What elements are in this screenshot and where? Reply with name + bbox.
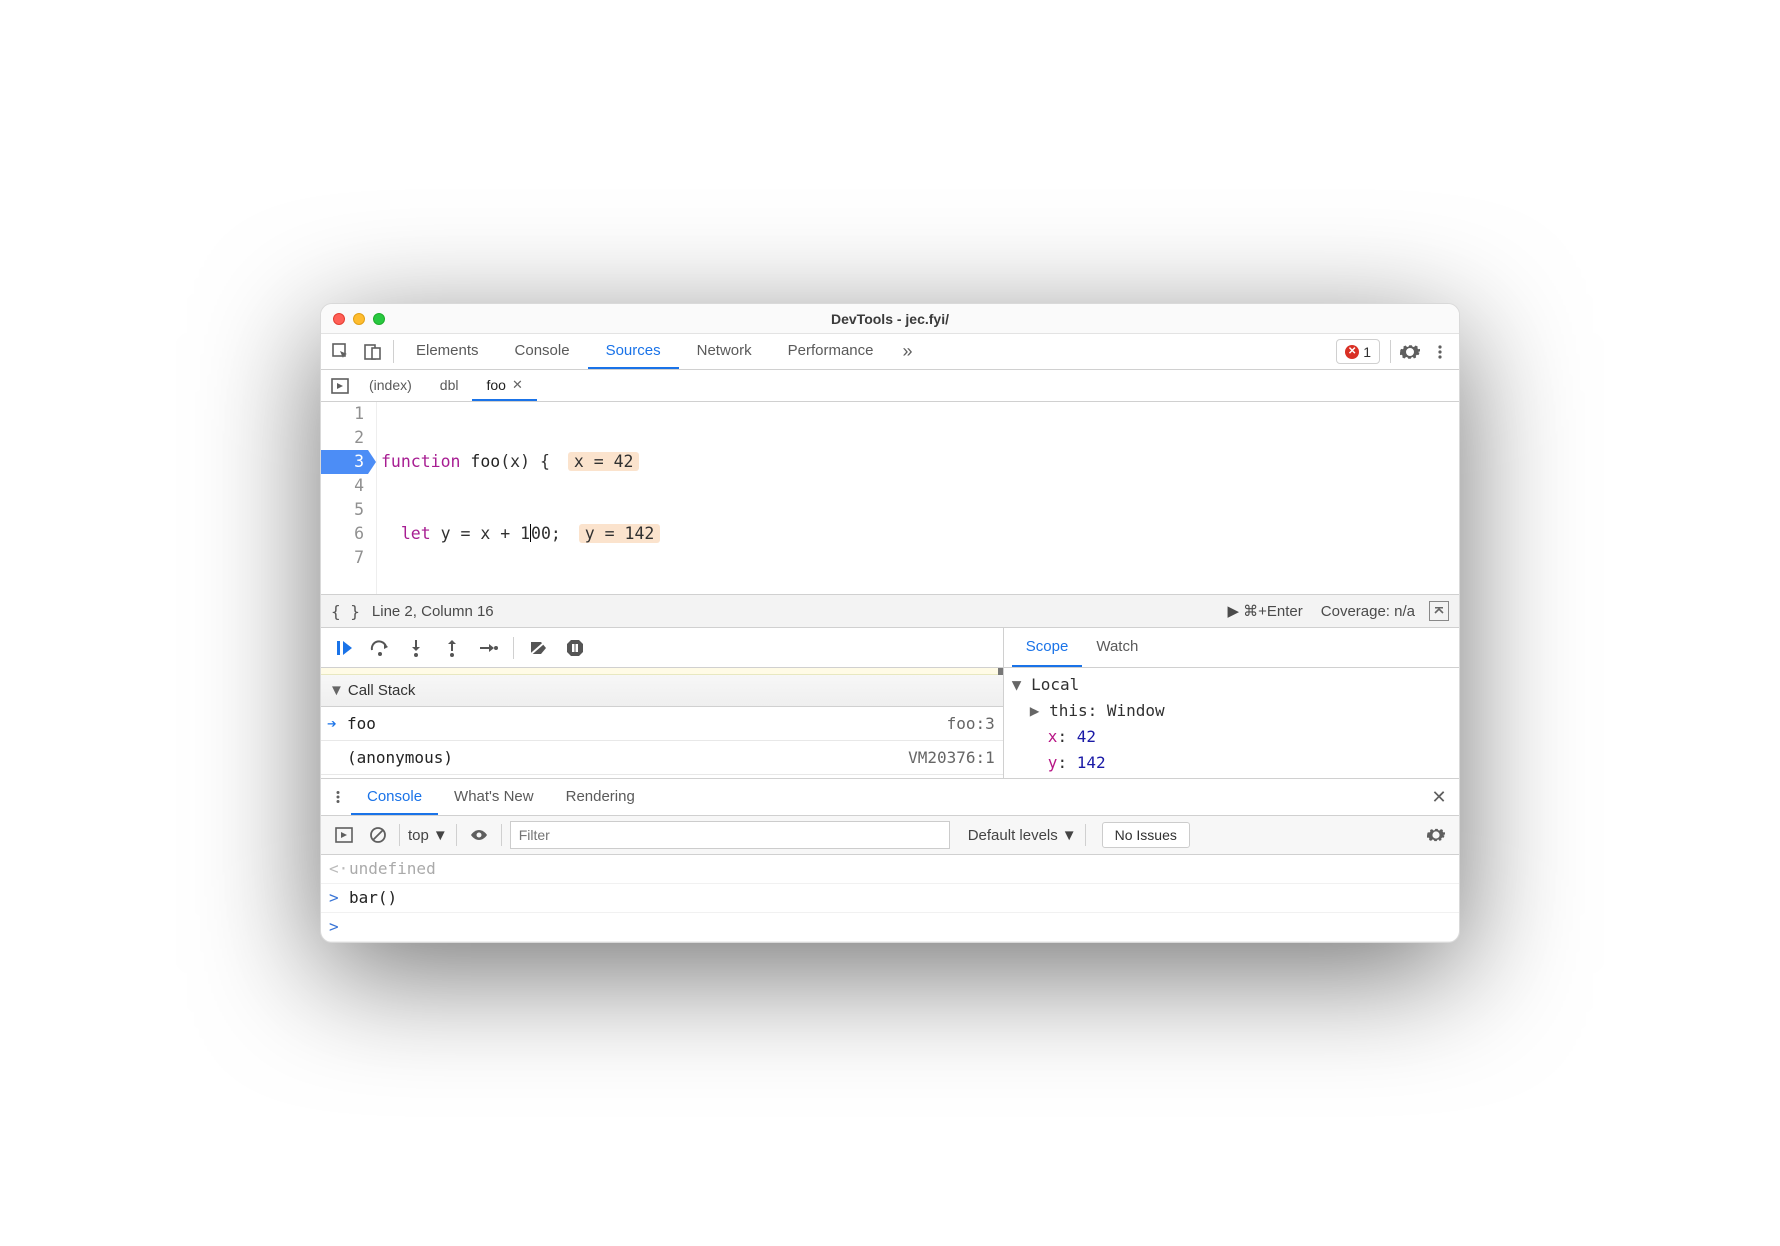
tab-elements[interactable]: Elements [398,334,497,369]
device-toolbar-icon[interactable] [357,334,389,369]
more-tabs-icon[interactable]: » [892,334,924,369]
log-levels-selector[interactable]: Default levels ▼ [968,827,1077,844]
coverage-status: Coverage: n/a [1321,603,1415,620]
error-count: 1 [1363,344,1371,360]
inline-hint-y: y = 142 [579,524,661,543]
tab-performance[interactable]: Performance [770,334,892,369]
console-settings-gear-icon[interactable] [1423,826,1449,844]
line-gutter[interactable]: 1 2 3 4 5 6 7 [321,402,377,594]
close-tab-icon[interactable]: ✕ [512,377,523,393]
triangle-down-icon: ▼ [433,827,448,844]
minimize-window-button[interactable] [353,313,365,325]
scope-watch-tabs: Scope Watch [1004,628,1459,668]
editor-statusbar: { } Line 2, Column 16 ▶ ⌘+Enter Coverage… [321,594,1459,628]
inline-hint-x: x = 42 [568,452,640,471]
console-sidebar-toggle-icon[interactable] [331,826,357,844]
console-toolbar: top ▼ Default levels ▼ No Issues [321,815,1459,855]
devtools-window: DevTools - jec.fyi/ Elements Console Sou… [320,303,1460,943]
cursor-position: Line 2, Column 16 [372,603,494,620]
main-panel-tabs: Elements Console Sources Network Perform… [321,334,1459,370]
zoom-window-button[interactable] [373,313,385,325]
titlebar: DevTools - jec.fyi/ [321,304,1459,334]
input-arrow-icon: > [329,913,349,941]
paused-indicator [321,668,1003,675]
step-into-button[interactable] [401,633,431,663]
current-frame-arrow-icon: ➔ [327,714,347,733]
tab-sources[interactable]: Sources [588,334,679,369]
close-drawer-icon[interactable]: ✕ [1423,779,1455,815]
drawer-tab-rendering[interactable]: Rendering [550,779,651,815]
drawer-kebab-icon[interactable] [325,779,351,815]
tab-console[interactable]: Console [497,334,588,369]
error-count-badge[interactable]: ✕ 1 [1336,339,1380,364]
callstack-frame[interactable]: (anonymous) VM20376:1 [321,741,1003,775]
tab-watch[interactable]: Watch [1082,628,1152,667]
console-filter-input[interactable] [510,821,950,849]
drawer-tabs: Console What's New Rendering ✕ [321,779,1459,815]
window-title: DevTools - jec.fyi/ [321,311,1459,327]
editor-tab-dbl[interactable]: dbl [426,370,473,401]
input-arrow-icon: > [329,884,349,912]
pause-on-exceptions-button[interactable] [560,633,590,663]
resume-button[interactable] [329,633,359,663]
source-code[interactable]: function foo(x) { x = 42 let y = x + 100… [377,402,1459,594]
run-snippet-button[interactable]: ▶ ⌘+Enter [1227,602,1302,620]
pretty-print-icon[interactable]: { } [331,602,360,621]
error-dot-icon: ✕ [1345,345,1359,359]
clear-console-icon[interactable] [365,826,391,844]
source-editor[interactable]: 1 2 3 4 5 6 7 function foo(x) { x = 42 l… [321,402,1459,594]
toggle-sidebar-icon[interactable] [1429,601,1449,621]
triangle-right-icon[interactable]: ▶ [1030,701,1040,720]
settings-gear-icon[interactable] [1395,334,1425,369]
tab-scope[interactable]: Scope [1012,628,1083,667]
console-prompt[interactable]: > [321,913,1459,942]
drawer-tab-console[interactable]: Console [351,779,438,815]
execution-context-selector[interactable]: top ▼ [408,827,448,844]
step-out-button[interactable] [437,633,467,663]
issues-button[interactable]: No Issues [1102,822,1190,848]
kebab-menu-icon[interactable] [1425,334,1455,369]
live-expression-icon[interactable] [465,828,493,842]
triangle-down-icon: ▼ [329,682,344,699]
step-over-button[interactable] [365,633,395,663]
triangle-down-icon: ▼ [1062,827,1077,844]
console-row[interactable]: > bar() [321,884,1459,913]
navigator-toggle-icon[interactable] [325,370,355,401]
drawer: Console What's New Rendering ✕ top ▼ [321,778,1459,942]
execution-line-marker: 3 [321,450,368,474]
drawer-tab-whatsnew[interactable]: What's New [438,779,550,815]
output-arrow-icon: <· [329,855,349,883]
window-controls [333,313,385,325]
step-button[interactable] [473,633,503,663]
console-row[interactable]: <· undefined [321,855,1459,884]
inspect-element-icon[interactable] [325,334,357,369]
callstack-header[interactable]: ▼ Call Stack [321,675,1003,707]
callstack-frame[interactable]: ➔ foo foo:3 [321,707,1003,741]
scope-panel[interactable]: ▼ Local ▶ this: Window x: 42 y: 142 [1004,668,1459,776]
tab-network[interactable]: Network [679,334,770,369]
editor-tab-foo[interactable]: foo ✕ [472,370,536,401]
triangle-down-icon: ▼ [1012,675,1022,694]
editor-tabs: (index) dbl foo ✕ [321,370,1459,402]
editor-tab-index[interactable]: (index) [355,370,426,401]
debugger-toolbar [321,628,1003,668]
deactivate-breakpoints-button[interactable] [524,633,554,663]
console-output[interactable]: <· undefined > bar() > [321,855,1459,942]
close-window-button[interactable] [333,313,345,325]
